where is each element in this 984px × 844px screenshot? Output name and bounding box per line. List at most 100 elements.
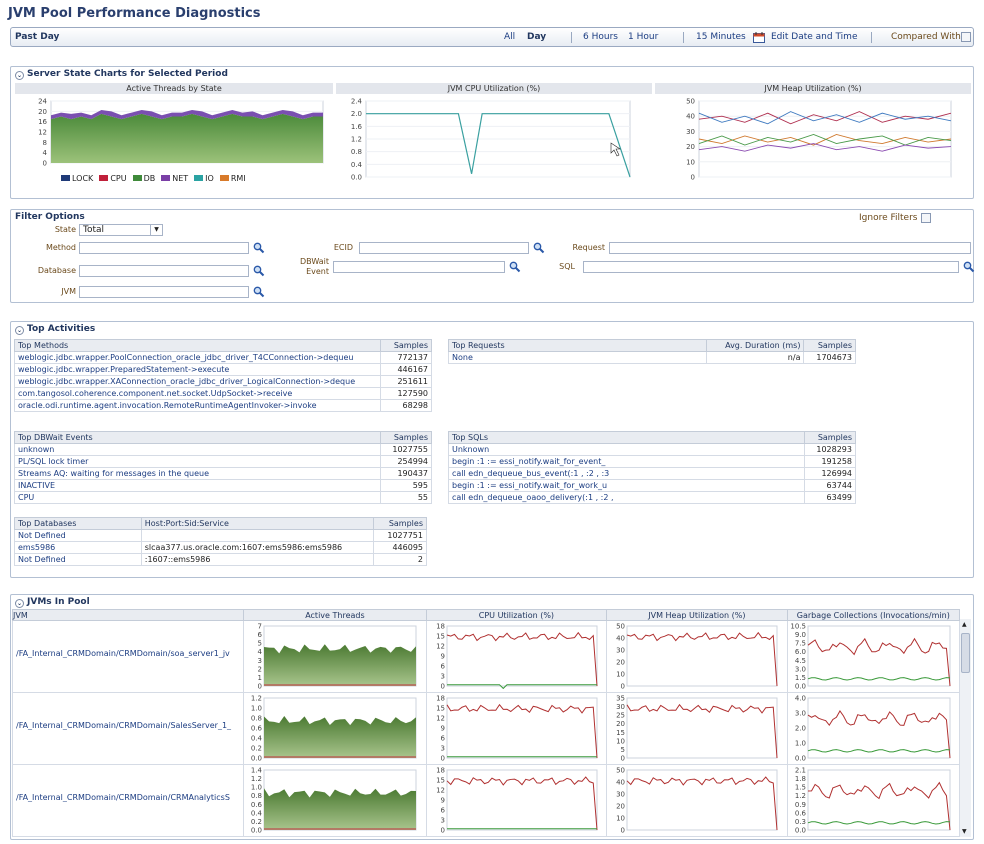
search-icon[interactable] [533,242,545,254]
column-header[interactable]: Active Threads [243,609,427,621]
table-row[interactable]: CPU 55 [13,491,432,504]
table-row[interactable]: call edn_dequeue_oaoo_delivery(:1 , :2 ,… [447,491,856,504]
table-cell[interactable]: call edn_dequeue_oaoo_delivery(:1 , :2 , [447,491,806,504]
scroll-down-icon[interactable]: ▼ [962,828,967,835]
period-day-link[interactable]: Day [527,32,546,42]
table-cell[interactable]: Streams AQ: waiting for messages in the … [13,467,382,480]
search-icon[interactable] [509,261,521,273]
table-row[interactable]: Unknown 1028293 [447,443,856,456]
table-cell: 63499 [804,491,856,504]
period-6h-link[interactable]: 6 Hours [583,32,618,42]
request-input[interactable] [609,242,971,254]
database-input[interactable] [79,265,249,277]
period-all-link[interactable]: All [504,32,515,42]
column-header[interactable]: Samples [803,339,856,352]
server-state-header[interactable]: ⌄ Server State Charts for Selected Period [15,69,228,80]
search-icon[interactable] [963,261,975,273]
column-header[interactable]: Samples [373,517,427,530]
table-row[interactable]: Streams AQ: waiting for messages in the … [13,467,432,480]
table-cell[interactable]: begin :1 := essi_notify.wait_for_event_ [447,455,806,468]
search-icon[interactable] [253,242,265,254]
table-row[interactable]: com.tangosol.coherence.component.net.soc… [13,387,432,400]
jvms-header[interactable]: ⌄ JVMs In Pool [15,597,90,608]
jvm-link[interactable]: /FA_Internal_CRMDomain/CRMDomain/SalesSe… [16,721,241,730]
table-row[interactable]: /FA_Internal_CRMDomain/CRMDomain/soa_ser… [11,620,961,693]
column-header[interactable]: JVM [11,609,245,621]
table-row[interactable]: begin :1 := essi_notify.wait_for_event_ 1… [447,455,856,468]
edit-date-link[interactable]: Edit Date and Time [771,32,857,42]
method-input[interactable] [79,242,249,254]
table-row[interactable]: begin :1 := essi_notify.wait_for_work_u 6… [447,479,856,492]
ignore-filters-checkbox[interactable] [921,213,931,223]
column-header[interactable]: Host:Port:Sid:Service [140,517,375,530]
search-icon[interactable] [253,265,265,277]
table-row[interactable]: None n/a 1704673 [448,351,856,364]
table-cell[interactable]: CPU [13,491,382,504]
table-cell[interactable]: INACTIVE [13,479,382,492]
table-cell[interactable]: PL/SQL lock timer [13,455,382,468]
table-cell[interactable]: Not Defined [14,553,142,566]
jvm-name-cell[interactable]: /FA_Internal_CRMDomain/CRMDomain/soa_ser… [11,620,245,693]
table-row[interactable]: unknown 1027755 [13,443,432,456]
dbwait-input[interactable] [333,261,505,273]
table-cell[interactable]: weblogic.jdbc.wrapper.PreparedStatement-… [13,363,382,376]
table-cell[interactable]: Unknown [447,443,806,456]
period-1h-link[interactable]: 1 Hour [628,32,658,42]
table-row[interactable]: call edn_dequeue_bus_event(:1 , :2 , :3 1… [447,467,856,480]
column-header[interactable]: Avg. Duration (ms) [705,339,805,352]
y-tick-label: 0 [43,160,47,168]
mini-chart-cell: 18 15 12 9 6 3 0 [425,692,608,765]
column-header[interactable]: Samples [380,431,432,444]
table-cell[interactable]: ems5986 [14,541,142,554]
scroll-up-icon[interactable]: ▲ [962,621,967,628]
top-activities-header[interactable]: ⌄ Top Activities [15,324,95,335]
table-cell[interactable]: unknown [13,443,382,456]
y-tick-label: 0.0 [251,827,262,835]
scrollbar-thumb[interactable] [961,633,970,673]
column-header[interactable]: Samples [804,431,856,444]
calendar-icon[interactable] [753,32,767,43]
column-header[interactable]: Top Databases [14,517,142,530]
column-header[interactable]: JVM Heap Utilization (%) [606,609,788,621]
column-header[interactable]: Top SQLs [447,431,806,444]
table-cell[interactable]: oracle.odi.runtime.agent.invocation.Remo… [13,399,382,412]
table-row[interactable]: /FA_Internal_CRMDomain/CRMDomain/CRMAnal… [11,764,961,837]
table-row[interactable]: weblogic.jdbc.wrapper.XAConnection_oracl… [13,375,432,388]
jvm-input[interactable] [79,286,249,298]
table-cell[interactable]: com.tangosol.coherence.component.net.soc… [13,387,382,400]
table-cell[interactable]: None [448,351,707,364]
state-select[interactable]: Total ▼ [79,224,163,236]
search-icon[interactable] [253,286,265,298]
column-header[interactable]: Garbage Collections (Invocations/min) [786,609,961,621]
table-cell[interactable]: begin :1 := essi_notify.wait_for_work_u [447,479,806,492]
table-row[interactable]: INACTIVE 595 [13,479,432,492]
column-header[interactable]: CPU Utilization (%) [425,609,608,621]
table-row[interactable]: /FA_Internal_CRMDomain/CRMDomain/SalesSe… [11,692,961,765]
table-row[interactable]: oracle.odi.runtime.agent.invocation.Remo… [13,399,432,412]
column-header[interactable]: Top DBWait Events [13,431,382,444]
scrollbar[interactable]: ▲ ▼ [959,619,971,837]
table-row[interactable]: Not Defined 1027751 [14,529,427,542]
table-cell[interactable]: call edn_dequeue_bus_event(:1 , :2 , :3 [447,467,806,480]
sql-input[interactable] [583,261,959,273]
table-row[interactable]: PL/SQL lock timer 254994 [13,455,432,468]
table-row[interactable]: Not Defined:1607::ems5986 2 [14,553,427,566]
table-row[interactable]: weblogic.jdbc.wrapper.PreparedStatement-… [13,363,432,376]
jvm-link[interactable]: /FA_Internal_CRMDomain/CRMDomain/CRMAnal… [16,793,241,802]
table-cell[interactable]: weblogic.jdbc.wrapper.PoolConnection_ora… [13,351,382,364]
table-cell[interactable]: weblogic.jdbc.wrapper.XAConnection_oracl… [13,375,382,388]
table-row[interactable]: ems5986 slcaa377.us.oracle.com:1607:ems59… [14,541,427,554]
column-header[interactable]: Top Methods [13,339,382,352]
period-15m-link[interactable]: 15 Minutes [696,32,746,42]
y-tick-label: 0.3 [794,818,805,826]
column-header[interactable]: Top Requests [448,339,707,352]
jvm-name-cell[interactable]: /FA_Internal_CRMDomain/CRMDomain/CRMAnal… [11,764,245,837]
jvm-name-cell[interactable]: /FA_Internal_CRMDomain/CRMDomain/SalesSe… [11,692,245,765]
table-cell[interactable]: Not Defined [14,529,142,542]
column-header[interactable]: Samples [380,339,432,352]
jvm-link[interactable]: /FA_Internal_CRMDomain/CRMDomain/soa_ser… [16,649,241,658]
ecid-input[interactable] [359,242,529,254]
compared-with-checkbox[interactable] [961,32,971,42]
table-row[interactable]: weblogic.jdbc.wrapper.PoolConnection_ora… [13,351,432,364]
table-header-row: JVM Active Threads CPU Utilization (%) JVM … [11,609,961,621]
